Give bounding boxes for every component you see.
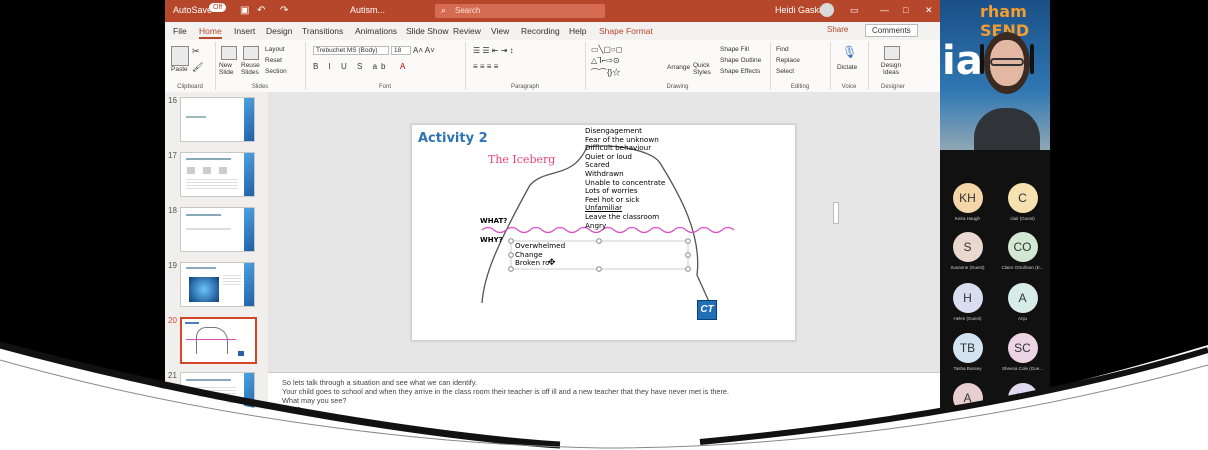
screenshot-frame: AutoSave Off ▣ ↶ ↷ Autism... ⌕ Search He… (0, 0, 1208, 450)
decorative-swoosh (0, 341, 1208, 450)
